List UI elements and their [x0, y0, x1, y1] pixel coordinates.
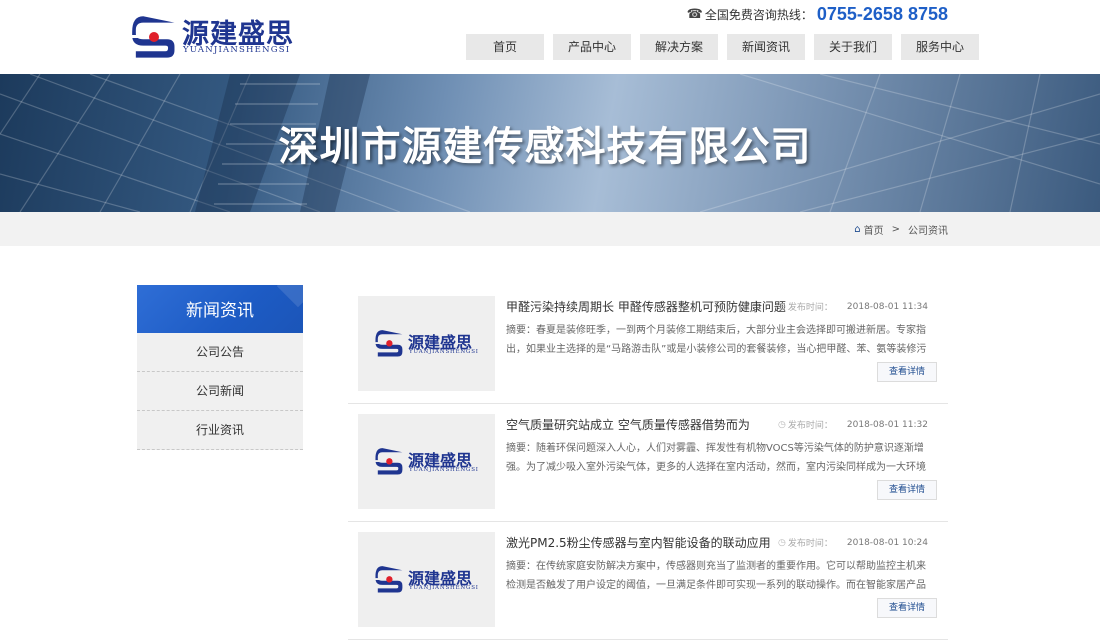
- logo-mark-icon: [375, 448, 405, 475]
- site-logo[interactable]: 源建盛思 YUANJIANSHENGSI: [132, 14, 293, 62]
- news-title[interactable]: 甲醛污染持续周期长 甲醛传感器整机可预防健康问题: [506, 298, 786, 315]
- breadcrumb-current: 公司资讯: [908, 225, 948, 237]
- breadcrumb-home-link[interactable]: 首页: [864, 222, 884, 237]
- news-summary: 摘要：在传统家庭安防解决方案中，传感器则充当了监测者的重要作用。它可以帮助监控主…: [506, 561, 926, 591]
- news-item: 源建盛思 YUANJIANSHENGSI 空气质量研究站成立 空气质量传感器借势…: [348, 404, 948, 522]
- breadcrumb-separator: >: [891, 223, 900, 235]
- thumbnail-logo-english: YUANJIANSHENGSI: [409, 349, 479, 355]
- news-thumbnail[interactable]: 源建盛思 YUANJIANSHENGSI: [358, 296, 495, 391]
- clock-icon: ◷: [778, 419, 786, 430]
- site-header: 源建盛思 YUANJIANSHENGSI ☎ 全国免费咨询热线： 0755-26…: [0, 0, 1100, 74]
- news-date: ◷ 发布时间： 2018-08-01 10:24: [778, 536, 928, 550]
- date-label: 发布时间：: [787, 539, 833, 549]
- page-banner: 深圳市源建传感科技有限公司: [0, 74, 1100, 212]
- logo-english-name: YUANJIANSHENGSI: [183, 45, 291, 55]
- sidebar-item-announcements[interactable]: 公司公告: [137, 333, 303, 372]
- date-value: 2018-08-01 11:32: [846, 419, 928, 430]
- news-thumbnail[interactable]: 源建盛思 YUANJIANSHENGSI: [358, 414, 495, 509]
- home-icon: ⌂: [854, 223, 861, 235]
- news-thumbnail[interactable]: 源建盛思 YUANJIANSHENGSI: [358, 532, 495, 627]
- thumbnail-logo-english: YUANJIANSHENGSI: [409, 467, 479, 473]
- sidebar: 新闻资讯 公司公告 公司新闻 行业资讯: [137, 285, 303, 450]
- news-item: 源建盛思 YUANJIANSHENGSI 甲醛污染持续周期长 甲醛传感器整机可预…: [348, 286, 948, 404]
- sidebar-title: 新闻资讯: [137, 285, 303, 333]
- news-item: 源建盛思 YUANJIANSHENGSI 激光PM2.5粉尘传感器与室内智能设备…: [348, 522, 948, 640]
- news-summary: 摘要：春夏是装修旺季，一到两个月装修工期结束后，大部分业主会选择即可搬进新居。专…: [506, 325, 927, 355]
- banner-title: 深圳市源建传感科技有限公司: [278, 124, 812, 170]
- news-date: ◷ 发布时间： 2018-08-01 11:32: [778, 418, 928, 432]
- date-label: 发布时间：: [787, 303, 833, 313]
- sidebar-item-industry-news[interactable]: 行业资讯: [137, 411, 303, 450]
- logo-mark-icon: [375, 330, 405, 357]
- date-value: 2018-08-01 10:24: [846, 537, 928, 548]
- logo-mark-icon: [132, 16, 178, 58]
- breadcrumb-bar: ⌂ 首页 > 公司资讯: [0, 212, 1100, 246]
- clock-icon: ◷: [778, 537, 786, 548]
- nav-item-service[interactable]: 服务中心: [901, 34, 979, 60]
- news-title[interactable]: 激光PM2.5粉尘传感器与室内智能设备的联动应用: [506, 534, 771, 551]
- nav-item-about[interactable]: 关于我们: [814, 34, 892, 60]
- date-value: 2018-08-01 11:34: [846, 301, 928, 312]
- logo-mark-icon: [375, 566, 405, 593]
- nav-item-home[interactable]: 首页: [466, 34, 544, 60]
- sidebar-item-company-news[interactable]: 公司新闻: [137, 372, 303, 411]
- main-nav: 首页 产品中心 解决方案 新闻资讯 关于我们 服务中心: [466, 34, 979, 60]
- news-date: ◷ 发布时间： 2018-08-01 11:34: [778, 300, 928, 314]
- view-details-button[interactable]: 查看详情: [877, 598, 937, 618]
- thumbnail-logo-english: YUANJIANSHENGSI: [409, 585, 479, 591]
- date-label: 发布时间：: [787, 421, 833, 431]
- phone-icon: ☎: [686, 6, 703, 22]
- hotline-label: 全国免费咨询热线：: [704, 7, 813, 22]
- hotline-number: 0755-2658 8758: [816, 3, 948, 24]
- news-summary: 摘要：随着环保问题深入人心，人们对雾霾、挥发性有机物VOCS等污染气体的防护意识…: [506, 443, 926, 473]
- clock-icon: ◷: [778, 301, 786, 312]
- breadcrumb: ⌂ 首页 > 公司资讯: [854, 212, 948, 246]
- nav-item-products[interactable]: 产品中心: [553, 34, 631, 60]
- nav-item-solutions[interactable]: 解决方案: [640, 34, 718, 60]
- news-title[interactable]: 空气质量研究站成立 空气质量传感器借势而为: [506, 416, 750, 433]
- view-details-button[interactable]: 查看详情: [877, 362, 937, 382]
- view-details-button[interactable]: 查看详情: [877, 480, 937, 500]
- nav-item-news[interactable]: 新闻资讯: [727, 34, 805, 60]
- hotline: ☎ 全国免费咨询热线： 0755-2658 8758: [687, 4, 948, 24]
